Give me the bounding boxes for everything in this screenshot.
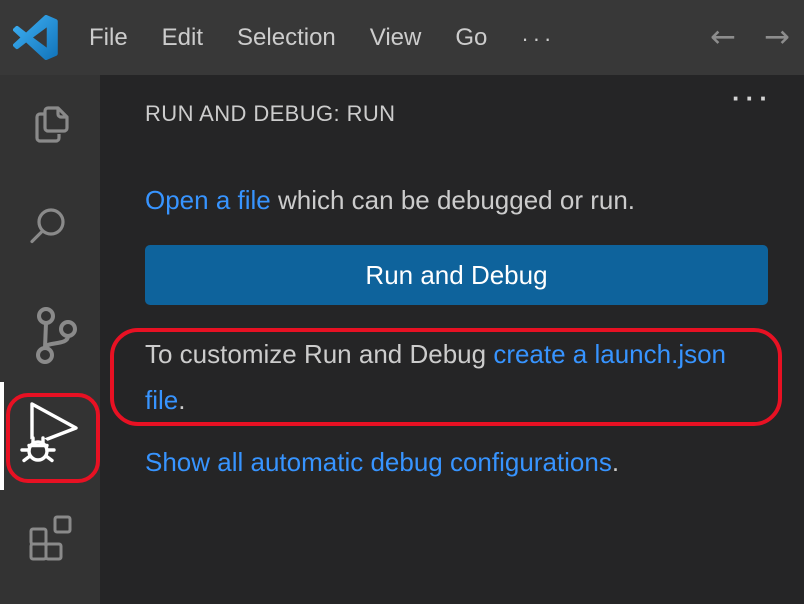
- explorer-files-icon: [25, 100, 77, 152]
- show-all-line: Show all automatic debug configurations.: [145, 447, 619, 478]
- menu-edit[interactable]: Edit: [145, 0, 220, 75]
- source-control-branch-icon: [26, 303, 78, 365]
- panel-more-actions-button[interactable]: ···: [732, 83, 773, 114]
- run-and-debug-button[interactable]: Run and Debug: [145, 245, 768, 305]
- menubar: File Edit Selection View Go ···: [72, 0, 572, 75]
- activitybar-item-source-control[interactable]: [26, 303, 78, 365]
- menu-overflow-button[interactable]: ···: [504, 0, 572, 76]
- search-icon: [24, 201, 76, 253]
- history-navigation: ← →: [706, 0, 794, 75]
- show-all-period: .: [612, 447, 619, 477]
- titlebar: File Edit Selection View Go ··· ← →: [0, 0, 804, 75]
- run-and-debug-icon: [18, 402, 78, 468]
- menu-view[interactable]: View: [353, 0, 439, 75]
- show-all-configurations-link[interactable]: Show all automatic debug configurations: [145, 447, 612, 477]
- open-a-file-link[interactable]: Open a file: [145, 185, 271, 215]
- navigate-back-icon[interactable]: ←: [706, 22, 740, 53]
- menu-file[interactable]: File: [72, 0, 145, 75]
- active-view-indicator: [0, 382, 4, 490]
- menu-selection[interactable]: Selection: [220, 0, 353, 75]
- activity-bar: [0, 75, 100, 604]
- menu-go[interactable]: Go: [438, 0, 504, 75]
- activitybar-item-explorer[interactable]: [25, 100, 77, 152]
- panel-title: RUN AND DEBUG: RUN: [145, 101, 395, 127]
- customize-period: .: [178, 385, 185, 415]
- vscode-window: { "titlebar": { "menu": ["File", "Edit",…: [0, 0, 804, 604]
- create-launch-json-link[interactable]: create a launch.json: [493, 339, 726, 369]
- navigate-forward-icon[interactable]: →: [760, 22, 794, 53]
- intro-text: Open a file which can be debugged or run…: [145, 185, 635, 216]
- extensions-icon: [24, 512, 78, 566]
- customize-text: To customize Run and Debug create a laun…: [145, 331, 785, 423]
- intro-text-rest: which can be debugged or run.: [271, 185, 635, 215]
- activitybar-item-extensions[interactable]: [24, 512, 78, 566]
- run-and-debug-panel: RUN AND DEBUG: RUN ··· Open a file which…: [100, 75, 804, 604]
- activitybar-item-run-and-debug[interactable]: [18, 402, 78, 468]
- create-launch-json-link-line2[interactable]: file: [145, 385, 178, 415]
- activitybar-item-search[interactable]: [24, 201, 76, 253]
- vscode-logo-icon: [13, 15, 58, 60]
- customize-text-pre: To customize Run and Debug: [145, 339, 493, 369]
